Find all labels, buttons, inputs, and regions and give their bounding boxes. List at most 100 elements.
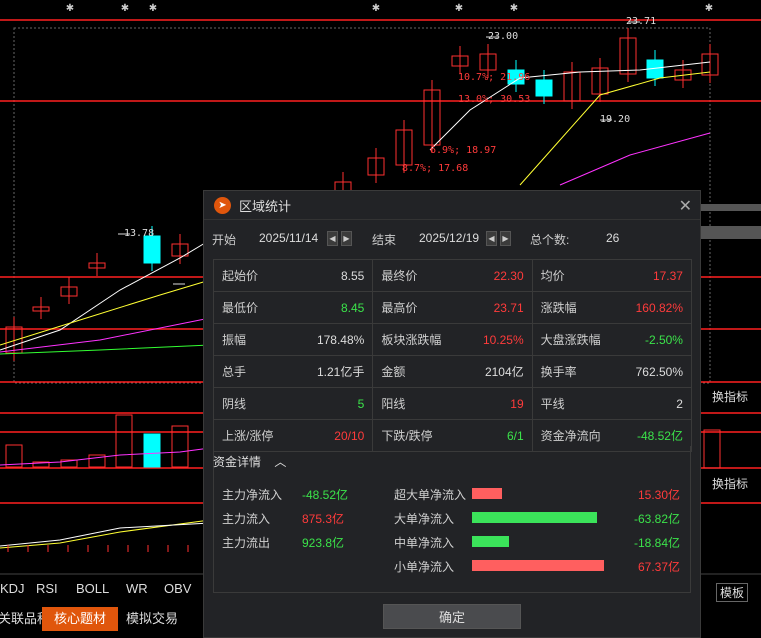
change-indicator-button[interactable]: 换指标 [712,475,748,492]
stat-value: 6/1 [506,428,524,443]
close-icon[interactable]: ✕ [679,196,692,216]
stat-label: 换手率 [540,365,577,379]
app-logo-icon: ➤ [214,196,231,214]
fund-right-value: 15.30亿 [637,488,680,502]
stat-value: 160.82% [635,300,683,315]
change-indicator-button[interactable]: 换指标 [712,388,748,405]
fund-flow-bar [472,536,509,547]
range-stats-dialog: ➤ 区域统计 ✕ 开始 2025/11/14 ◀ ▶ 结束 2025/12/19… [203,190,701,638]
stat-value: 762.50% [635,364,683,379]
end-date[interactable]: 2025/12/19 [419,231,479,245]
stats-row: 总手 1.21亿手 金额 2104亿 换手率 762.50% [214,356,692,388]
stat-value: 2 [676,396,683,411]
template-button[interactable]: 模板 [716,583,749,602]
end-next-icon[interactable]: ▶ [500,231,511,246]
fund-flow-bar [472,512,597,523]
stats-cell: 平线 2 [533,388,692,419]
start-label: 开始 [212,233,237,247]
stat-label: 阴线 [222,397,247,411]
start-next-icon[interactable]: ▶ [341,231,352,246]
top-marker-icon: ✱ [510,3,518,14]
ma-line-green [0,344,211,355]
stat-label: 资金净流向 [540,429,601,443]
dialog-header: ➤ 区域统计 ✕ [204,191,700,220]
tab-sim-trade[interactable]: 模拟交易 [114,607,190,631]
stat-label: 起始价 [222,269,259,283]
fund-flow-bar [472,488,502,499]
stats-cell: 振幅 178.48% [214,324,374,355]
stats-row: 最低价 8.45 最高价 23.71 涨跌幅 160.82% [214,292,692,324]
fund-left-value: -48.52亿 [302,488,349,502]
stats-grid: 起始价 8.55 最终价 22.30 均价 17.37 最低价 8.45 最高价 23.71 涨跌幅… [213,259,692,452]
top-marker-icon: ✱ [149,3,157,14]
stats-cell: 最低价 8.45 [214,292,374,323]
fund-left-label: 主力流出 [222,536,271,550]
stats-cell: 均价 17.37 [533,260,692,291]
indicator-tab-kdj[interactable]: KDJ [0,581,25,596]
stats-cell: 涨跌幅 160.82% [533,292,692,323]
count-value: 26 [606,231,620,245]
indicator-tab-obv[interactable]: OBV [164,581,191,596]
fund-detail-title: 资金详情 [213,455,262,469]
end-label: 结束 [372,233,397,247]
indicator-tab-boll[interactable]: BOLL [76,581,109,596]
stats-cell: 阳线 19 [373,388,533,419]
confirm-button[interactable]: 确定 [383,604,521,629]
end-prev-icon[interactable]: ◀ [486,231,497,246]
stat-value: 1.21亿手 [316,365,365,379]
stat-label: 阳线 [381,397,406,411]
chart-annotation: 6.9%; 18.97 [430,145,497,156]
gray-strip [701,204,761,211]
fund-left-label: 主力流入 [222,512,271,526]
chart-annotation: 8.7%; 17.68 [402,163,469,174]
fund-detail-header[interactable]: 资金详情 ︿ [213,453,286,470]
stat-label: 均价 [540,269,565,283]
fund-left-value: 923.8亿 [302,536,345,550]
tab-core-topics[interactable]: 核心题材 [42,607,119,631]
stats-cell: 阴线 5 [214,388,374,419]
start-date[interactable]: 2025/11/14 [259,231,318,245]
stat-label: 板块涨跌幅 [381,333,442,347]
stats-cell: 换手率 762.50% [533,356,692,387]
top-marker-icon: ✱ [121,3,129,14]
stats-cell: 最终价 22.30 [373,260,533,291]
top-marker-icon: ✱ [66,3,74,14]
stats-cell: 板块涨跌幅 10.25% [373,324,533,355]
stat-label: 上涨/涨停 [222,429,274,443]
volume-bar [143,433,161,468]
stat-value: 8.55 [340,268,365,283]
stat-label: 最低价 [222,301,259,315]
top-marker-icon: ✱ [705,3,713,14]
stat-value: 22.30 [493,268,524,283]
start-prev-icon[interactable]: ◀ [327,231,338,246]
indicator-tab-wr[interactable]: WR [126,581,148,596]
stat-value: 5 [357,396,365,411]
price-label-high: 23.71 [626,16,657,27]
dialog-title: 区域统计 [239,198,292,214]
candle-body [143,235,161,264]
indicator-tab-rsi[interactable]: RSI [36,581,58,596]
stats-cell: 起始价 8.55 [214,260,374,291]
indicator-line [0,519,211,549]
ma-line-yellow [0,279,211,346]
fund-right-label: 大单净流入 [394,512,455,526]
fund-right-label: 超大单净流入 [394,488,467,502]
chart-annotation: 13.0%; 30.53 [458,94,531,105]
stat-label: 金额 [381,365,406,379]
stats-cell: 大盘涨跌幅 -2.50% [533,324,692,355]
chevron-up-icon[interactable]: ︿ [274,455,286,469]
stat-value: 10.25% [482,332,524,347]
fund-right-label: 小单净流入 [394,560,455,574]
stats-row: 振幅 178.48% 板块涨跌幅 10.25% 大盘涨跌幅 -2.50% [214,324,692,356]
fund-right-value: -18.84亿 [633,536,680,550]
volume-bar [703,429,721,469]
stat-value: -2.50% [644,332,683,347]
stat-label: 最高价 [381,301,418,315]
count-label: 总个数: [530,233,570,247]
stats-cell: 总手 1.21亿手 [214,356,374,387]
price-label: 13.78 [124,228,155,239]
stat-value: 19 [510,396,524,411]
stats-row: 起始价 8.55 最终价 22.30 均价 17.37 [214,260,692,292]
fund-left-value: 875.3亿 [302,512,345,526]
top-marker-icon: ✱ [455,3,463,14]
